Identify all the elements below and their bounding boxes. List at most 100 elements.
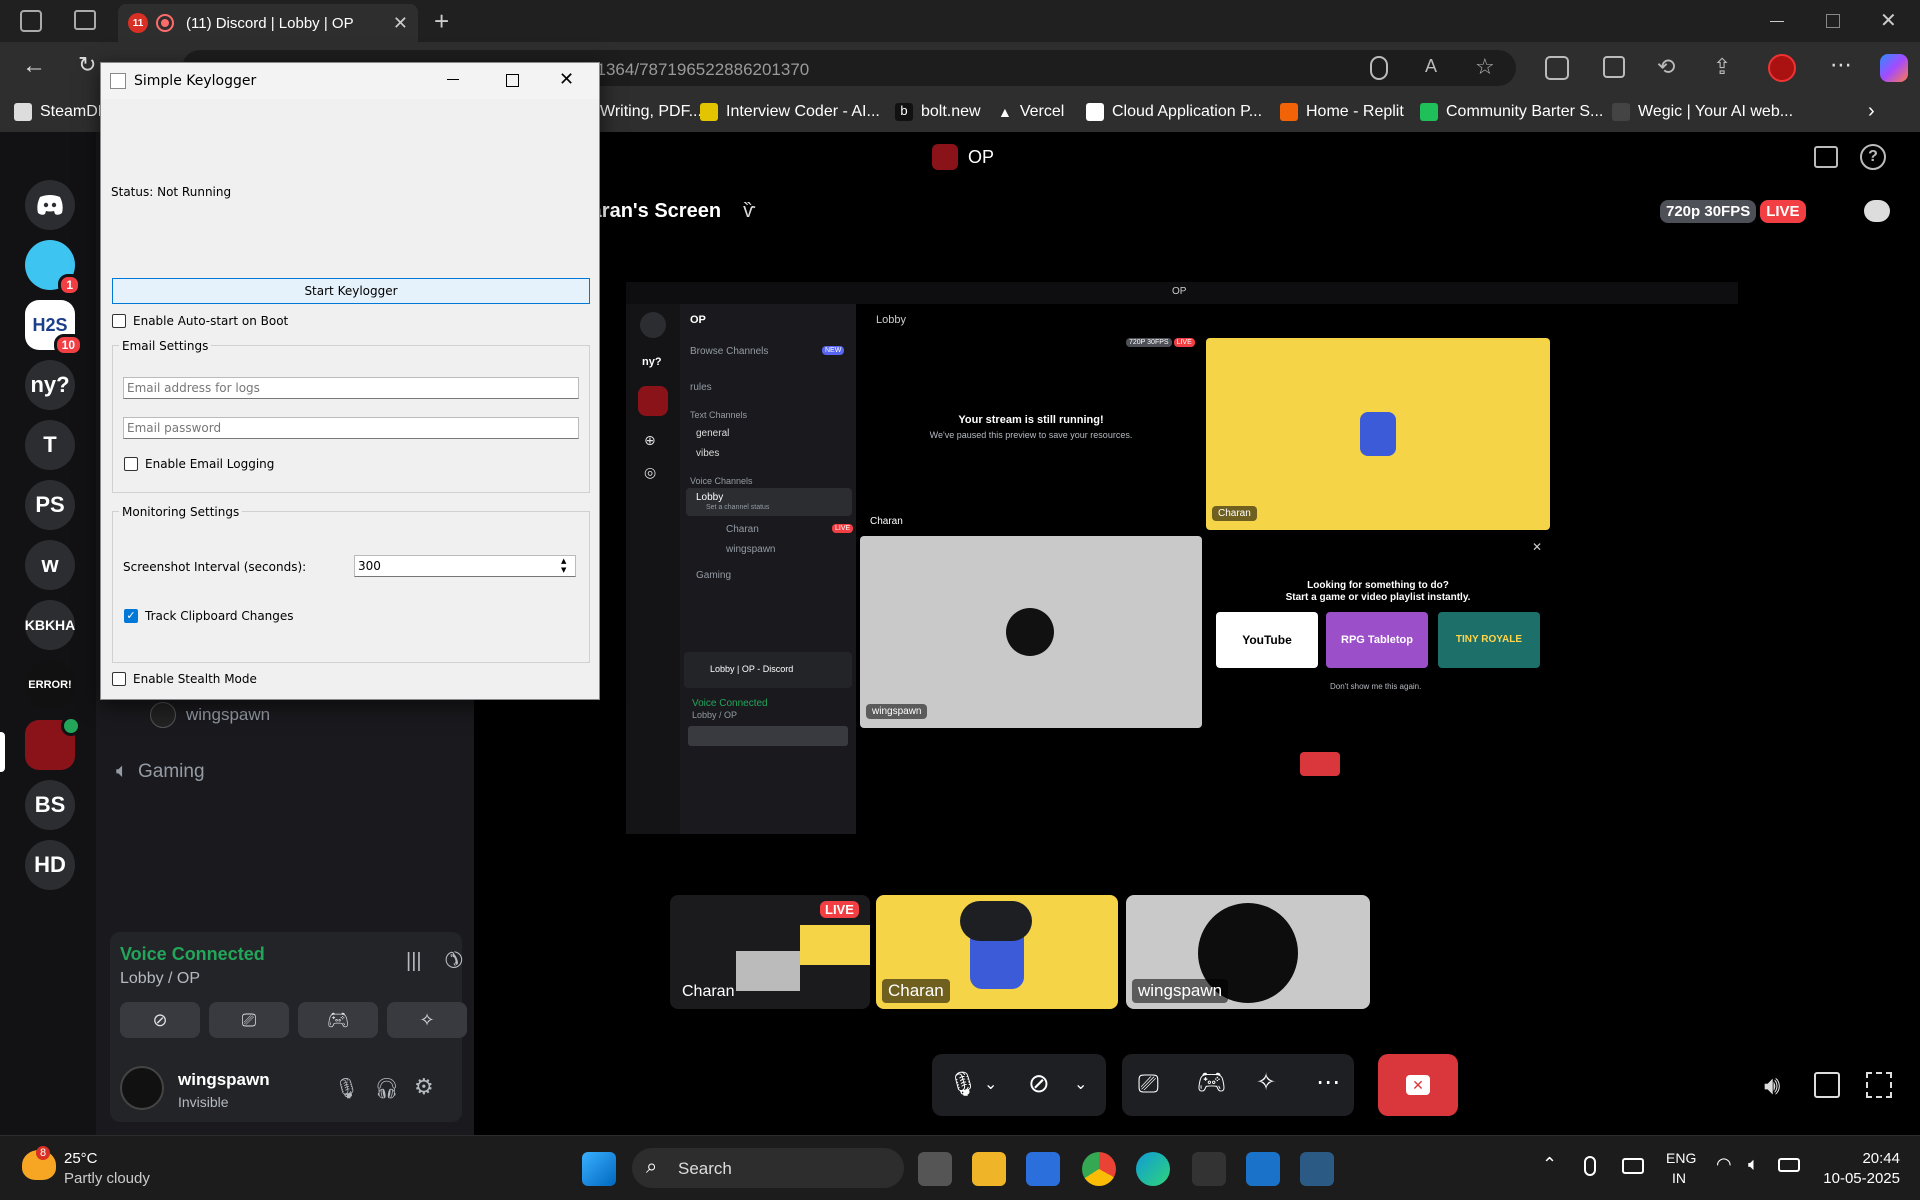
microphone-icon[interactable]: 🎙︎ [334,1076,359,1101]
read-aloud-icon[interactable]: A [1425,56,1437,77]
bookmark-steamdb[interactable]: SteamDB [14,103,108,121]
chrome-icon[interactable] [1082,1152,1116,1186]
clock-time[interactable]: 20:44 [1840,1150,1900,1167]
search-box[interactable]: ⌕ Search [632,1148,904,1188]
region-code[interactable]: IN [1672,1170,1686,1186]
screen-share-button[interactable]: ⎚ [209,1002,289,1038]
tile-charan-camera[interactable]: Charan [876,895,1118,1009]
email-field[interactable]: Email address for logs [123,377,579,399]
clipboard-checkbox[interactable]: ✓ [124,609,138,623]
split-screen-icon[interactable] [1603,56,1625,78]
fullscreen-icon[interactable] [1866,1072,1892,1098]
battery-icon[interactable] [1778,1158,1800,1172]
start-button[interactable] [582,1152,616,1186]
tile-charan-stream[interactable]: LIVE Charan [670,895,870,1009]
task-view-icon[interactable] [918,1152,952,1186]
photos-icon[interactable] [1246,1152,1280,1186]
more-options-icon[interactable]: ⋯ [1316,1068,1340,1097]
server-emoji[interactable]: 1 [25,240,81,296]
minimize-icon[interactable] [1770,21,1784,22]
channel-gaming[interactable]: 🔈︎ Gaming [116,760,205,783]
chevron-down-icon[interactable]: ⌄ [984,1074,997,1094]
soundboard-icon[interactable]: ✧ [1256,1068,1276,1097]
new-tab-icon[interactable]: + [434,6,449,37]
more-menu-icon[interactable]: ⋯ [1830,52,1852,78]
edge-icon[interactable] [1136,1152,1170,1186]
streamed-screen[interactable]: OP ny? ⊕ ◎ OP Browse Channels NEW rules … [626,282,1738,834]
bookmark-cloud[interactable]: Cloud Application P... [1086,103,1262,121]
history-icon[interactable]: ⟲ [1657,54,1675,80]
volume-tray-icon[interactable]: 🔈︎ [1748,1154,1759,1175]
extensions-icon[interactable] [1545,56,1569,80]
camera-off-button[interactable]: ⊘ [120,1002,200,1038]
back-icon[interactable]: ← [22,52,46,80]
voice-location[interactable]: Lobby / OP [120,970,200,988]
keyboard-icon[interactable] [1622,1158,1644,1174]
bookmark-interview-coder[interactable]: Interview Coder - AI... [700,103,880,121]
bookmark-vercel[interactable]: ▲ Vercel [998,103,1064,121]
restore-icon[interactable] [1826,14,1840,28]
app-icon[interactable] [1192,1152,1226,1186]
file-explorer-icon[interactable] [972,1152,1006,1186]
server-t[interactable]: T [25,420,75,470]
user-avatar[interactable] [120,1066,164,1110]
start-keylogger-button[interactable]: Start Keylogger [112,278,590,304]
chevron-right-icon[interactable]: › [1868,100,1875,123]
python-icon[interactable] [1300,1152,1334,1186]
disconnect-icon[interactable]: ✆ [438,943,469,975]
server-op[interactable] [25,716,81,770]
bookmark-wegic[interactable]: Wegic | Your AI web... [1612,103,1793,121]
chevron-down-icon[interactable]: ⌄ [1074,1074,1087,1094]
workspaces-icon[interactable] [20,10,42,32]
close-window-icon[interactable]: ✕ [1880,8,1897,33]
inbox-icon[interactable] [1814,146,1838,168]
stealth-checkbox[interactable] [112,672,126,686]
bookmark-writing[interactable]: Writing, PDF... [600,103,702,121]
bookmark-bolt[interactable]: b bolt.new [895,103,981,121]
weather-text[interactable]: Partly cloudy [64,1170,150,1187]
spin-arrows-icon[interactable]: ▲ ▼ [561,557,566,575]
server-ny[interactable]: ny? [25,360,75,410]
ms-store-icon[interactable] [1026,1152,1060,1186]
bookmark-replit[interactable]: Home - Replit [1280,103,1404,121]
activity-button[interactable]: 🎮︎ [298,1002,378,1038]
language-code[interactable]: ENG [1666,1150,1696,1166]
server-h2s[interactable]: H2S 10 [25,300,83,356]
autostart-checkbox[interactable] [112,314,126,328]
soundboard-button[interactable]: ✧ [387,1002,467,1038]
tab-actions-icon[interactable] [74,10,96,30]
active-tab[interactable]: 11 (11) Discord | Lobby | OP ✕ [118,4,418,42]
temperature[interactable]: 25°C [64,1150,98,1167]
share-icon[interactable]: ⇪ [1713,54,1731,80]
camera-off-icon[interactable]: ⊘ [1028,1068,1050,1099]
maximize-icon[interactable] [506,74,519,87]
voice-member-wingspawn[interactable]: wingspawn [150,702,270,728]
gamepad-icon[interactable]: 🎮︎ [1196,1068,1226,1097]
server-w[interactable]: w [25,540,75,590]
mic-icon[interactable]: 🎙︎ [948,1070,978,1099]
volume-icon[interactable]: 🔊︎ [1764,1070,1780,1102]
server-hd[interactable]: HD [25,840,75,890]
headphones-icon[interactable]: 🎧︎ [374,1076,399,1101]
chat-bubble-icon[interactable] [1864,200,1890,222]
close-icon[interactable]: ✕ [559,69,574,90]
screen-share-icon[interactable]: ⎚ [1138,1068,1159,1100]
wifi-icon[interactable]: ◠ [1716,1154,1732,1175]
password-field[interactable]: Email password [123,417,579,439]
bookmark-community-barter[interactable]: Community Barter S... [1420,103,1603,121]
tile-wingspawn[interactable]: wingspawn [1126,895,1370,1009]
tile-menu-pill[interactable] [960,901,1032,941]
tray-chevron-icon[interactable]: ⌃ [1542,1154,1557,1175]
clock-date[interactable]: 10-05-2025 [1816,1170,1900,1187]
server-error[interactable]: ERROR! [25,660,75,710]
microphone-icon[interactable] [1370,56,1388,80]
discord-home-icon[interactable] [25,180,75,230]
favorite-icon[interactable]: ☆ [1475,54,1495,80]
popout-icon[interactable] [1814,1072,1840,1098]
leave-call-button[interactable]: ✕ [1378,1054,1458,1116]
close-tab-icon[interactable]: ✕ [393,13,408,34]
refresh-icon[interactable]: ↻ [78,52,96,78]
profile-avatar[interactable] [1768,54,1796,82]
server-bs[interactable]: BS [25,780,75,830]
interval-spinbox[interactable]: 300 [354,555,576,577]
